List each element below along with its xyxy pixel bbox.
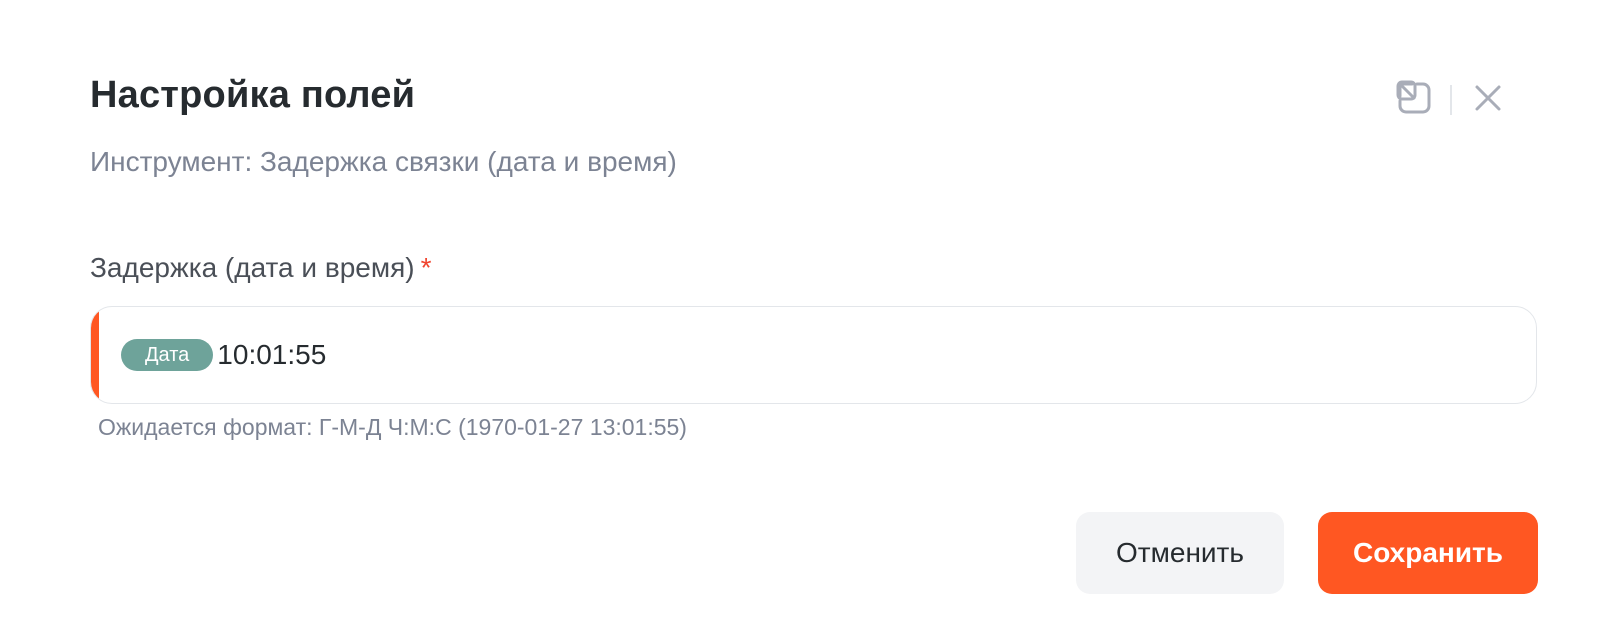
field-label: Задержка (дата и время) *	[90, 252, 431, 284]
close-button[interactable]	[1468, 80, 1508, 120]
datetime-input[interactable]: Дата 10:01:55	[90, 306, 1537, 404]
required-mark: *	[420, 252, 432, 283]
dialog-title: Настройка полей	[90, 74, 416, 116]
dialog-subtitle: Инструмент: Задержка связки (дата и врем…	[90, 146, 677, 177]
collapse-button[interactable]	[1394, 80, 1434, 120]
input-accent-bar	[91, 307, 99, 403]
format-hint: Ожидается формат: Г-М-Д Ч:М:С (1970-01-2…	[98, 414, 687, 440]
field-settings-dialog: Настройка полей Инструмент: Задержка свя…	[0, 0, 1600, 629]
header-actions	[1394, 80, 1508, 120]
close-icon	[1474, 84, 1502, 117]
collapse-to-corner-icon	[1395, 79, 1433, 122]
cancel-button[interactable]: Отменить	[1076, 512, 1284, 594]
save-button[interactable]: Сохранить	[1318, 512, 1538, 594]
field-label-text: Задержка (дата и время)	[90, 252, 415, 283]
header-divider	[1450, 85, 1452, 115]
date-variable-chip[interactable]: Дата	[121, 339, 214, 371]
input-value[interactable]: 10:01:55	[217, 339, 326, 371]
